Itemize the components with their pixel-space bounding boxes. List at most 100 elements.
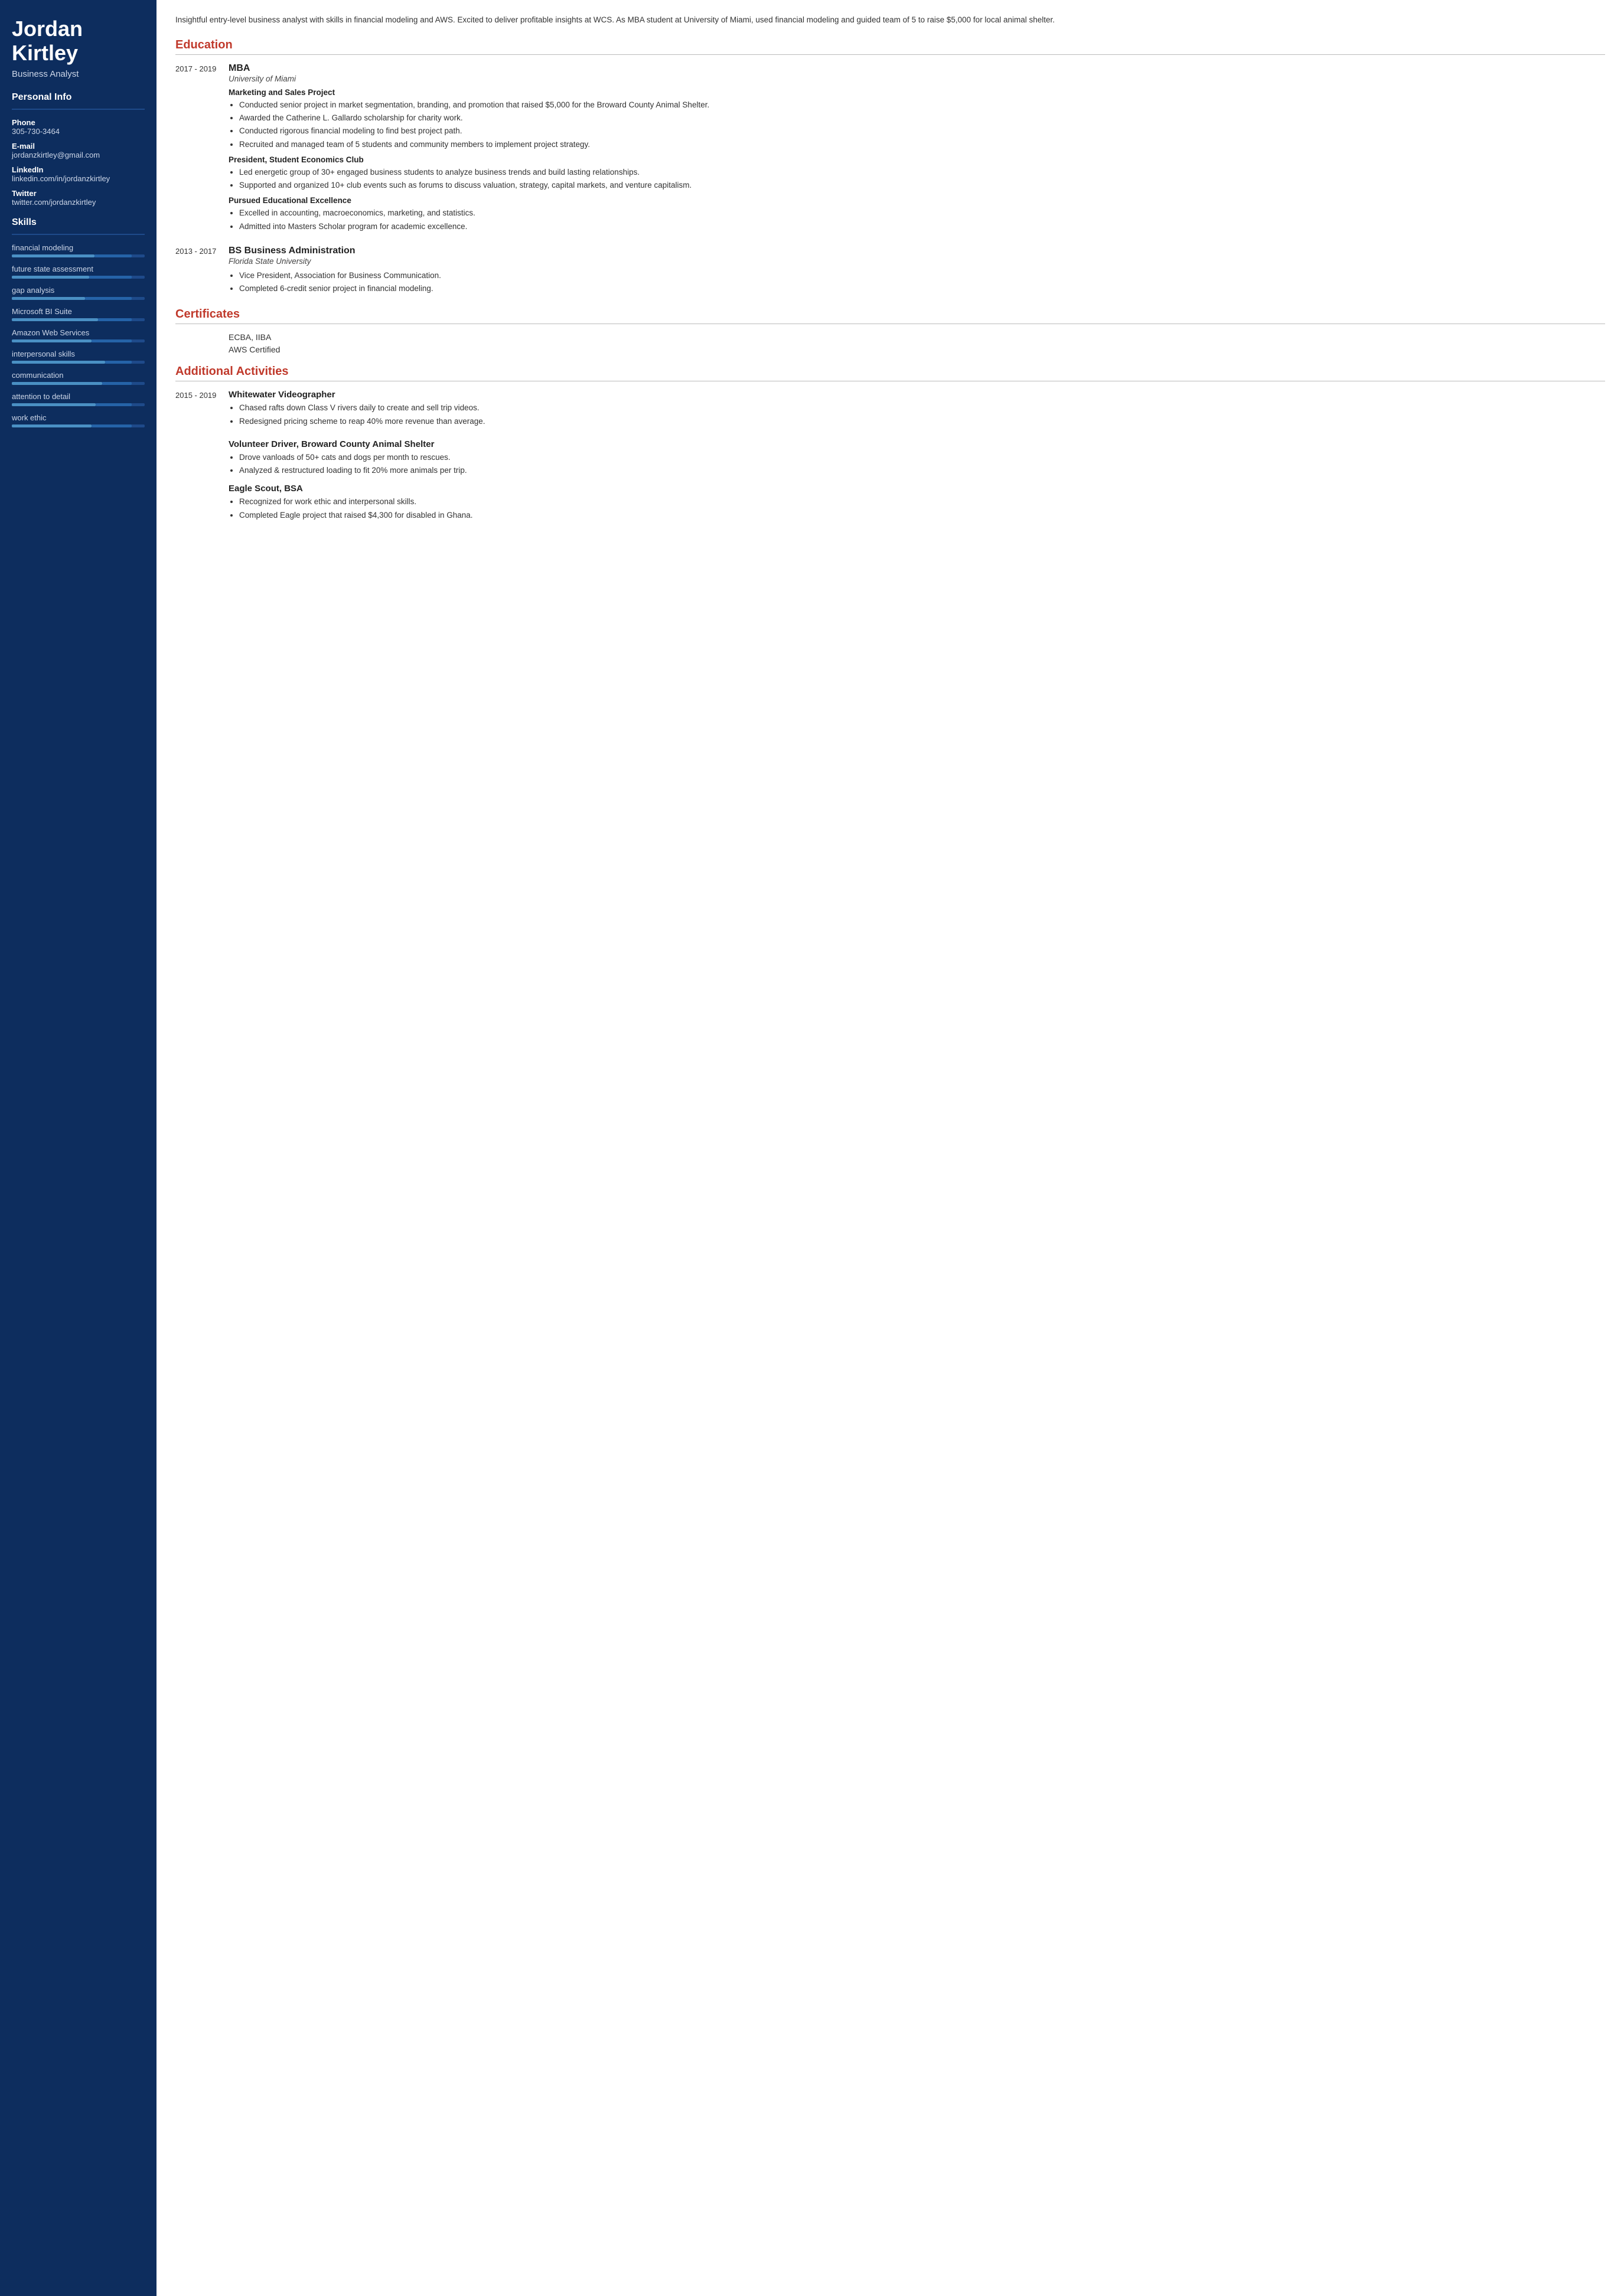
certificates-title: Certificates xyxy=(175,308,1605,321)
personal-info-section: Phone 305-730-3464 E-mail jordanzkirtley… xyxy=(12,118,145,207)
education-section: Education 2017 - 2019 MBA University of … xyxy=(175,38,1605,299)
personal-info-heading: Personal Info xyxy=(12,92,145,103)
skill-bar-accent-8 xyxy=(92,424,132,427)
bullet-item: Drove vanloads of 50+ cats and dogs per … xyxy=(239,452,1605,463)
bullet-item: Analyzed & restructured loading to fit 2… xyxy=(239,465,1605,476)
skill-bar-fill-4 xyxy=(12,339,92,342)
additional-activities-title: Additional Activities xyxy=(175,365,1605,378)
activity-years-0: 2015 - 2019 xyxy=(175,390,218,431)
activity-entry-0: 2015 - 2019 Whitewater Videographer Chas… xyxy=(175,390,1605,431)
candidate-title: Business Analyst xyxy=(12,69,145,79)
bullet-item: Supported and organized 10+ club events … xyxy=(239,179,1605,191)
activity-entry-volunteer: Volunteer Driver, Broward County Animal … xyxy=(229,439,1605,477)
volunteer-bullets: Drove vanloads of 50+ cats and dogs per … xyxy=(229,452,1605,477)
mba-school: University of Miami xyxy=(229,74,1605,83)
linkedin-label: LinkedIn xyxy=(12,165,145,174)
edu-entry-bs: 2013 - 2017 BS Business Administration F… xyxy=(175,246,1605,299)
bullet-item: Led energetic group of 30+ engaged busin… xyxy=(239,166,1605,178)
skill-item-1: future state assessment xyxy=(12,264,145,279)
bullet-item: Redesigned pricing scheme to reap 40% mo… xyxy=(239,416,1605,427)
skill-name-1: future state assessment xyxy=(12,264,145,273)
sidebar: Jordan Kirtley Business Analyst Personal… xyxy=(0,0,156,2296)
mba-subsection-3-title: Pursued Educational Excellence xyxy=(229,196,1605,205)
skill-name-8: work ethic xyxy=(12,413,145,422)
skill-item-7: attention to detail xyxy=(12,392,145,406)
skill-bar-accent-7 xyxy=(96,403,132,406)
skill-name-3: Microsoft BI Suite xyxy=(12,307,145,316)
skill-bar-fill-3 xyxy=(12,318,98,321)
skill-bar-accent-5 xyxy=(105,361,132,364)
eagle-scout-bullets: Recognized for work ethic and interperso… xyxy=(229,496,1605,521)
skill-bar-accent-0 xyxy=(94,254,132,257)
skill-bar-bg-0 xyxy=(12,254,145,257)
skill-bar-accent-6 xyxy=(102,382,132,385)
email-label: E-mail xyxy=(12,142,145,151)
skill-bar-fill-2 xyxy=(12,297,85,300)
skill-bar-bg-2 xyxy=(12,297,145,300)
activity-details-0: Whitewater Videographer Chased rafts dow… xyxy=(229,390,1605,431)
skill-bar-bg-1 xyxy=(12,276,145,279)
email-value: jordanzkirtley@gmail.com xyxy=(12,151,145,159)
skill-name-7: attention to detail xyxy=(12,392,145,401)
skills-divider xyxy=(12,234,145,235)
skill-bar-fill-7 xyxy=(12,403,96,406)
eagle-scout-title: Eagle Scout, BSA xyxy=(229,484,1605,494)
bs-school: Florida State University xyxy=(229,257,1605,266)
mba-years: 2017 - 2019 xyxy=(175,63,218,236)
bullet-item: Chased rafts down Class V rivers daily t… xyxy=(239,402,1605,414)
skill-bar-bg-3 xyxy=(12,318,145,321)
skill-bar-fill-8 xyxy=(12,424,92,427)
edu-entry-mba: 2017 - 2019 MBA University of Miami Mark… xyxy=(175,63,1605,236)
bullet-item: Recognized for work ethic and interperso… xyxy=(239,496,1605,508)
bs-details: BS Business Administration Florida State… xyxy=(229,246,1605,299)
twitter-label: Twitter xyxy=(12,189,145,198)
skill-bar-bg-8 xyxy=(12,424,145,427)
mba-subsection-2-title: President, Student Economics Club xyxy=(229,155,1605,164)
skill-bar-bg-7 xyxy=(12,403,145,406)
skills-section: financial modeling future state assessme… xyxy=(12,243,145,427)
volunteer-title: Volunteer Driver, Broward County Animal … xyxy=(229,439,1605,449)
skill-item-2: gap analysis xyxy=(12,286,145,300)
skill-name-4: Amazon Web Services xyxy=(12,328,145,337)
skill-item-3: Microsoft BI Suite xyxy=(12,307,145,321)
skill-item-6: communication xyxy=(12,371,145,385)
bullet-item: Recruited and managed team of 5 students… xyxy=(239,139,1605,151)
activity-entry-eagle-scout: Eagle Scout, BSA Recognized for work eth… xyxy=(229,484,1605,521)
linkedin-value: linkedin.com/in/jordanzkirtley xyxy=(12,174,145,183)
skill-bar-accent-4 xyxy=(92,339,132,342)
skill-item-5: interpersonal skills xyxy=(12,350,145,364)
bullet-item: Conducted senior project in market segme… xyxy=(239,99,1605,111)
twitter-item: Twitter twitter.com/jordanzkirtley xyxy=(12,189,145,207)
summary-text: Insightful entry-level business analyst … xyxy=(175,14,1605,27)
candidate-name: Jordan Kirtley xyxy=(12,17,145,66)
mba-subsection-1-bullets: Conducted senior project in market segme… xyxy=(229,99,1605,151)
cert-item-1: AWS Certified xyxy=(175,345,1605,354)
twitter-value: twitter.com/jordanzkirtley xyxy=(12,198,145,207)
bs-bullets: Vice President, Association for Business… xyxy=(229,270,1605,295)
activity-bullets-0: Chased rafts down Class V rivers daily t… xyxy=(229,402,1605,427)
bullet-item: Vice President, Association for Business… xyxy=(239,270,1605,282)
bullet-item: Admitted into Masters Scholar program fo… xyxy=(239,221,1605,233)
mba-subsection-3-bullets: Excelled in accounting, macroeconomics, … xyxy=(229,207,1605,233)
education-divider xyxy=(175,54,1605,55)
education-title: Education xyxy=(175,38,1605,52)
bullet-item: Excelled in accounting, macroeconomics, … xyxy=(239,207,1605,219)
phone-item: Phone 305-730-3464 xyxy=(12,118,145,136)
skill-bar-bg-5 xyxy=(12,361,145,364)
skill-name-5: interpersonal skills xyxy=(12,350,145,358)
skill-bar-accent-1 xyxy=(89,276,132,279)
skill-bar-fill-1 xyxy=(12,276,89,279)
email-item: E-mail jordanzkirtley@gmail.com xyxy=(12,142,145,159)
bs-degree: BS Business Administration xyxy=(229,246,1605,256)
skill-bar-bg-6 xyxy=(12,382,145,385)
main-content: Insightful entry-level business analyst … xyxy=(156,0,1624,2296)
bullet-item: Awarded the Catherine L. Gallardo schola… xyxy=(239,112,1605,124)
mba-details: MBA University of Miami Marketing and Sa… xyxy=(229,63,1605,236)
additional-activities-section: Additional Activities 2015 - 2019 Whitew… xyxy=(175,365,1605,521)
skill-bar-accent-2 xyxy=(85,297,132,300)
skill-name-0: financial modeling xyxy=(12,243,145,252)
skill-bar-fill-0 xyxy=(12,254,94,257)
bullet-item: Completed 6-credit senior project in fin… xyxy=(239,283,1605,295)
activity-title-row-0: 2015 - 2019 Whitewater Videographer Chas… xyxy=(175,390,1605,431)
bs-years: 2013 - 2017 xyxy=(175,246,218,299)
